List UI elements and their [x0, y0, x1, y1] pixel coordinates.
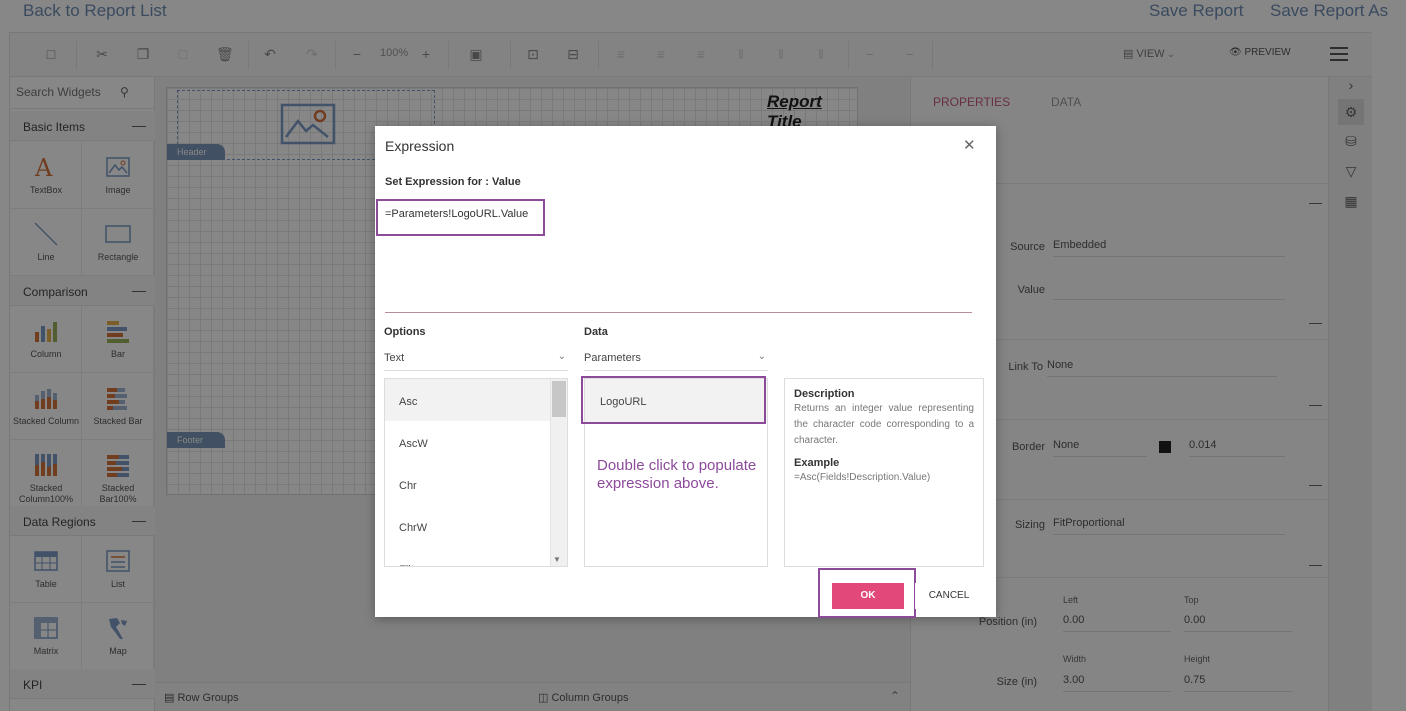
description-heading: Description	[794, 388, 855, 400]
description-text: Returns an integer value representing th…	[794, 403, 974, 446]
close-icon[interactable]: ✕	[963, 136, 976, 154]
data-item-highlight	[581, 376, 766, 424]
options-scrollbar[interactable]: ▼	[550, 379, 567, 566]
list-item[interactable]: AscW	[385, 421, 567, 463]
list-item[interactable]: Asc	[385, 379, 567, 421]
annotation-hint: Double click to populate expression abov…	[597, 457, 757, 492]
data-dropdown[interactable]: Parameters ⌄	[584, 347, 768, 371]
chevron-down-icon[interactable]: ▼	[553, 555, 561, 564]
options-list[interactable]: Asc AscW Chr ChrW Filt ▼	[384, 378, 568, 567]
cancel-button[interactable]: CANCEL	[915, 583, 983, 609]
options-selected: Text	[384, 352, 405, 364]
dialog-title: Expression	[385, 138, 455, 154]
list-item[interactable]: ChrW	[385, 505, 567, 547]
divider	[385, 312, 972, 313]
ok-highlight	[818, 568, 916, 618]
example-text: =Asc(Fields!Description.Value)	[794, 472, 931, 483]
expression-highlight	[376, 199, 545, 236]
chevron-down-icon: ⌄	[757, 351, 766, 362]
data-heading: Data	[584, 326, 608, 338]
expression-dialog: Expression ✕ Set Expression for : Value …	[375, 126, 996, 618]
chevron-down-icon: ⌄	[557, 351, 566, 362]
scrollbar-thumb[interactable]	[552, 381, 566, 417]
list-item[interactable]: Chr	[385, 463, 567, 505]
options-dropdown[interactable]: Text ⌄	[384, 347, 568, 371]
description-panel: Description Returns an integer value rep…	[784, 378, 984, 567]
dialog-subtitle: Set Expression for : Value	[385, 176, 521, 188]
example-heading: Example	[794, 457, 840, 469]
options-heading: Options	[384, 326, 426, 338]
list-item[interactable]: Filt	[385, 547, 567, 566]
data-selected: Parameters	[584, 352, 641, 364]
